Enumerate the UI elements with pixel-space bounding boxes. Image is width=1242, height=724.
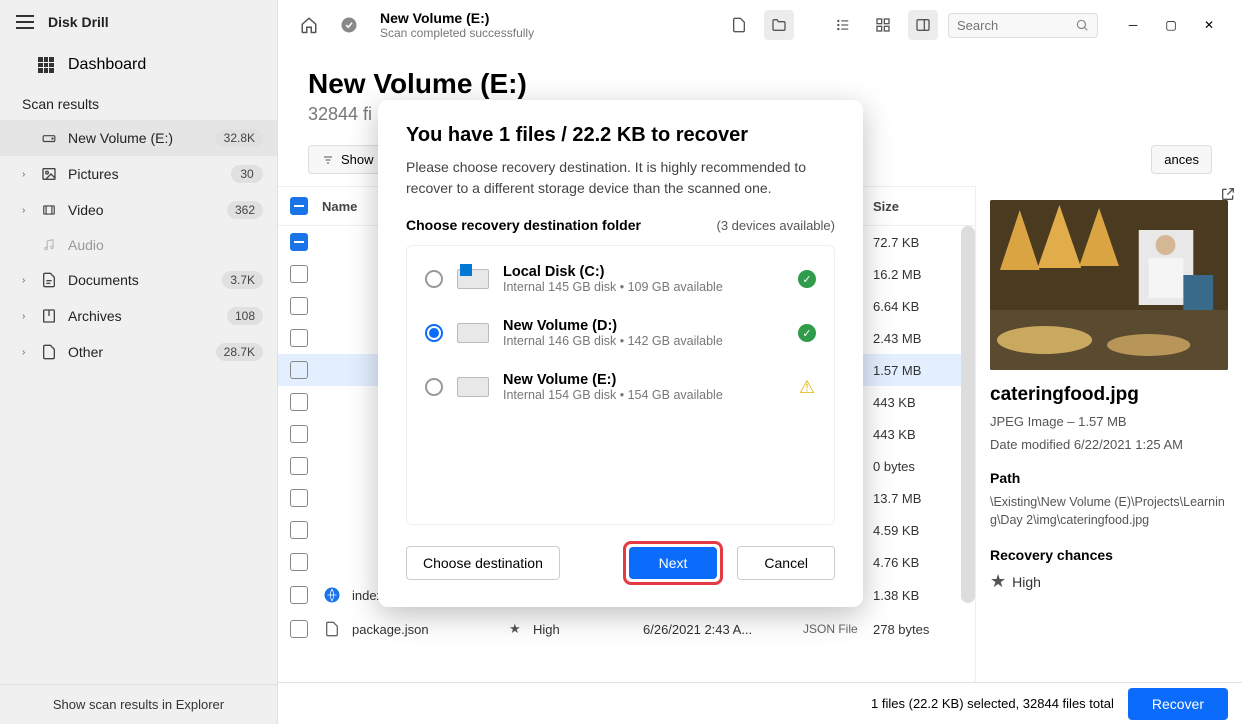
modal-title: You have 1 files / 22.2 KB to recover: [406, 124, 835, 147]
dest-name: New Volume (E:): [503, 372, 784, 388]
status-ok-icon: ✓: [798, 270, 816, 288]
next-button[interactable]: Next: [629, 547, 718, 579]
recovery-modal: You have 1 files / 22.2 KB to recover Pl…: [378, 100, 863, 607]
radio-button[interactable]: [425, 324, 443, 342]
dest-detail: Internal 154 GB disk • 154 GB available: [503, 388, 784, 402]
destination-new-volume-d-[interactable]: New Volume (D:)Internal 146 GB disk • 14…: [407, 306, 834, 360]
cancel-button[interactable]: Cancel: [737, 546, 835, 580]
disk-icon: [457, 269, 489, 289]
modal-desc: Please choose recovery destination. It i…: [406, 157, 835, 199]
dest-name: Local Disk (C:): [503, 264, 784, 280]
dest-name: New Volume (D:): [503, 318, 784, 334]
dest-label: Choose recovery destination folder: [406, 217, 641, 233]
choose-destination-button[interactable]: Choose destination: [406, 546, 560, 580]
disk-icon: [457, 377, 489, 397]
disk-icon: [457, 323, 489, 343]
dest-count: (3 devices available): [716, 218, 835, 233]
status-ok-icon: ✓: [798, 324, 816, 342]
dest-detail: Internal 146 GB disk • 142 GB available: [503, 334, 784, 348]
next-highlight: Next: [623, 541, 724, 585]
status-warn-icon: ⚠: [798, 378, 816, 396]
radio-button[interactable]: [425, 270, 443, 288]
destination-local-disk-c-[interactable]: Local Disk (C:)Internal 145 GB disk • 10…: [407, 252, 834, 306]
modal-overlay: You have 1 files / 22.2 KB to recover Pl…: [0, 0, 1242, 724]
radio-button[interactable]: [425, 378, 443, 396]
destination-new-volume-e-[interactable]: New Volume (E:)Internal 154 GB disk • 15…: [407, 360, 834, 414]
dest-detail: Internal 145 GB disk • 109 GB available: [503, 280, 784, 294]
destination-list: Local Disk (C:)Internal 145 GB disk • 10…: [406, 245, 835, 525]
